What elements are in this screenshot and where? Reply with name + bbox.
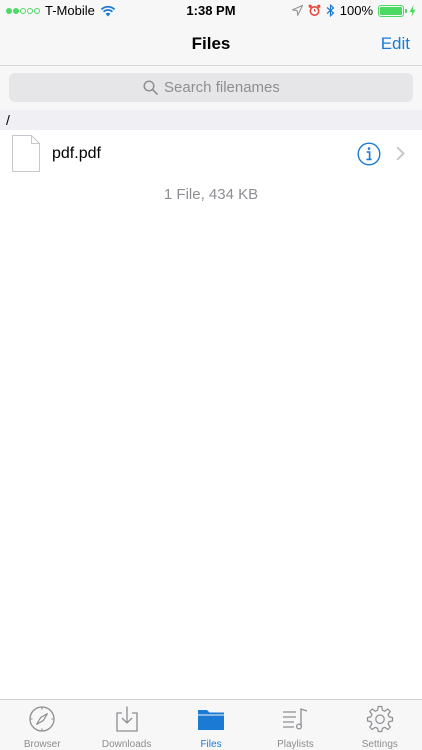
tab-bar: Browser Downloads Files Playlists Settin… <box>0 699 422 750</box>
tab-label-files: Files <box>200 739 222 750</box>
tab-label-settings: Settings <box>361 739 398 750</box>
info-icon[interactable] <box>357 142 381 166</box>
tab-label-playlists: Playlists <box>277 739 314 750</box>
tab-browser[interactable]: Browser <box>0 700 84 750</box>
location-arrow-icon <box>291 5 303 16</box>
compass-icon <box>29 706 55 732</box>
search-bar[interactable] <box>9 73 413 102</box>
folder-icon <box>198 710 225 730</box>
gear-icon <box>366 705 393 733</box>
folder-path-header: / <box>0 110 422 130</box>
document-file-icon <box>12 135 40 172</box>
battery-percentage: 100% <box>339 3 373 18</box>
tab-files[interactable]: Files <box>169 700 253 750</box>
tab-downloads[interactable]: Downloads <box>84 700 168 750</box>
tab-playlists[interactable]: Playlists <box>253 700 337 750</box>
edit-button[interactable]: Edit <box>381 34 410 54</box>
alarm-clock-icon <box>308 4 321 16</box>
download-tray-icon <box>115 706 138 732</box>
charging-bolt-icon <box>409 4 416 17</box>
file-name: pdf.pdf <box>52 145 101 162</box>
playlist-icon <box>283 708 308 730</box>
page-title: Files <box>191 34 231 53</box>
file-row[interactable]: pdf.pdf <box>0 130 422 178</box>
navigation-bar: Files Edit <box>0 22 422 66</box>
file-count-summary: 1 File, 434 KB <box>163 186 259 203</box>
battery-icon <box>378 4 407 17</box>
search-area <box>0 66 422 110</box>
status-bar: T-Mobile 1:38 PM 100% <box>0 0 422 22</box>
tab-settings[interactable]: Settings <box>338 700 422 750</box>
bluetooth-icon <box>326 4 335 17</box>
tab-label-downloads: Downloads <box>101 739 152 750</box>
tab-label-browser: Browser <box>23 739 61 750</box>
chevron-right-icon <box>396 146 405 161</box>
search-input[interactable] <box>164 79 279 96</box>
status-right: 100% <box>291 3 416 18</box>
search-icon <box>143 80 158 95</box>
battery-level-fill <box>380 6 402 15</box>
